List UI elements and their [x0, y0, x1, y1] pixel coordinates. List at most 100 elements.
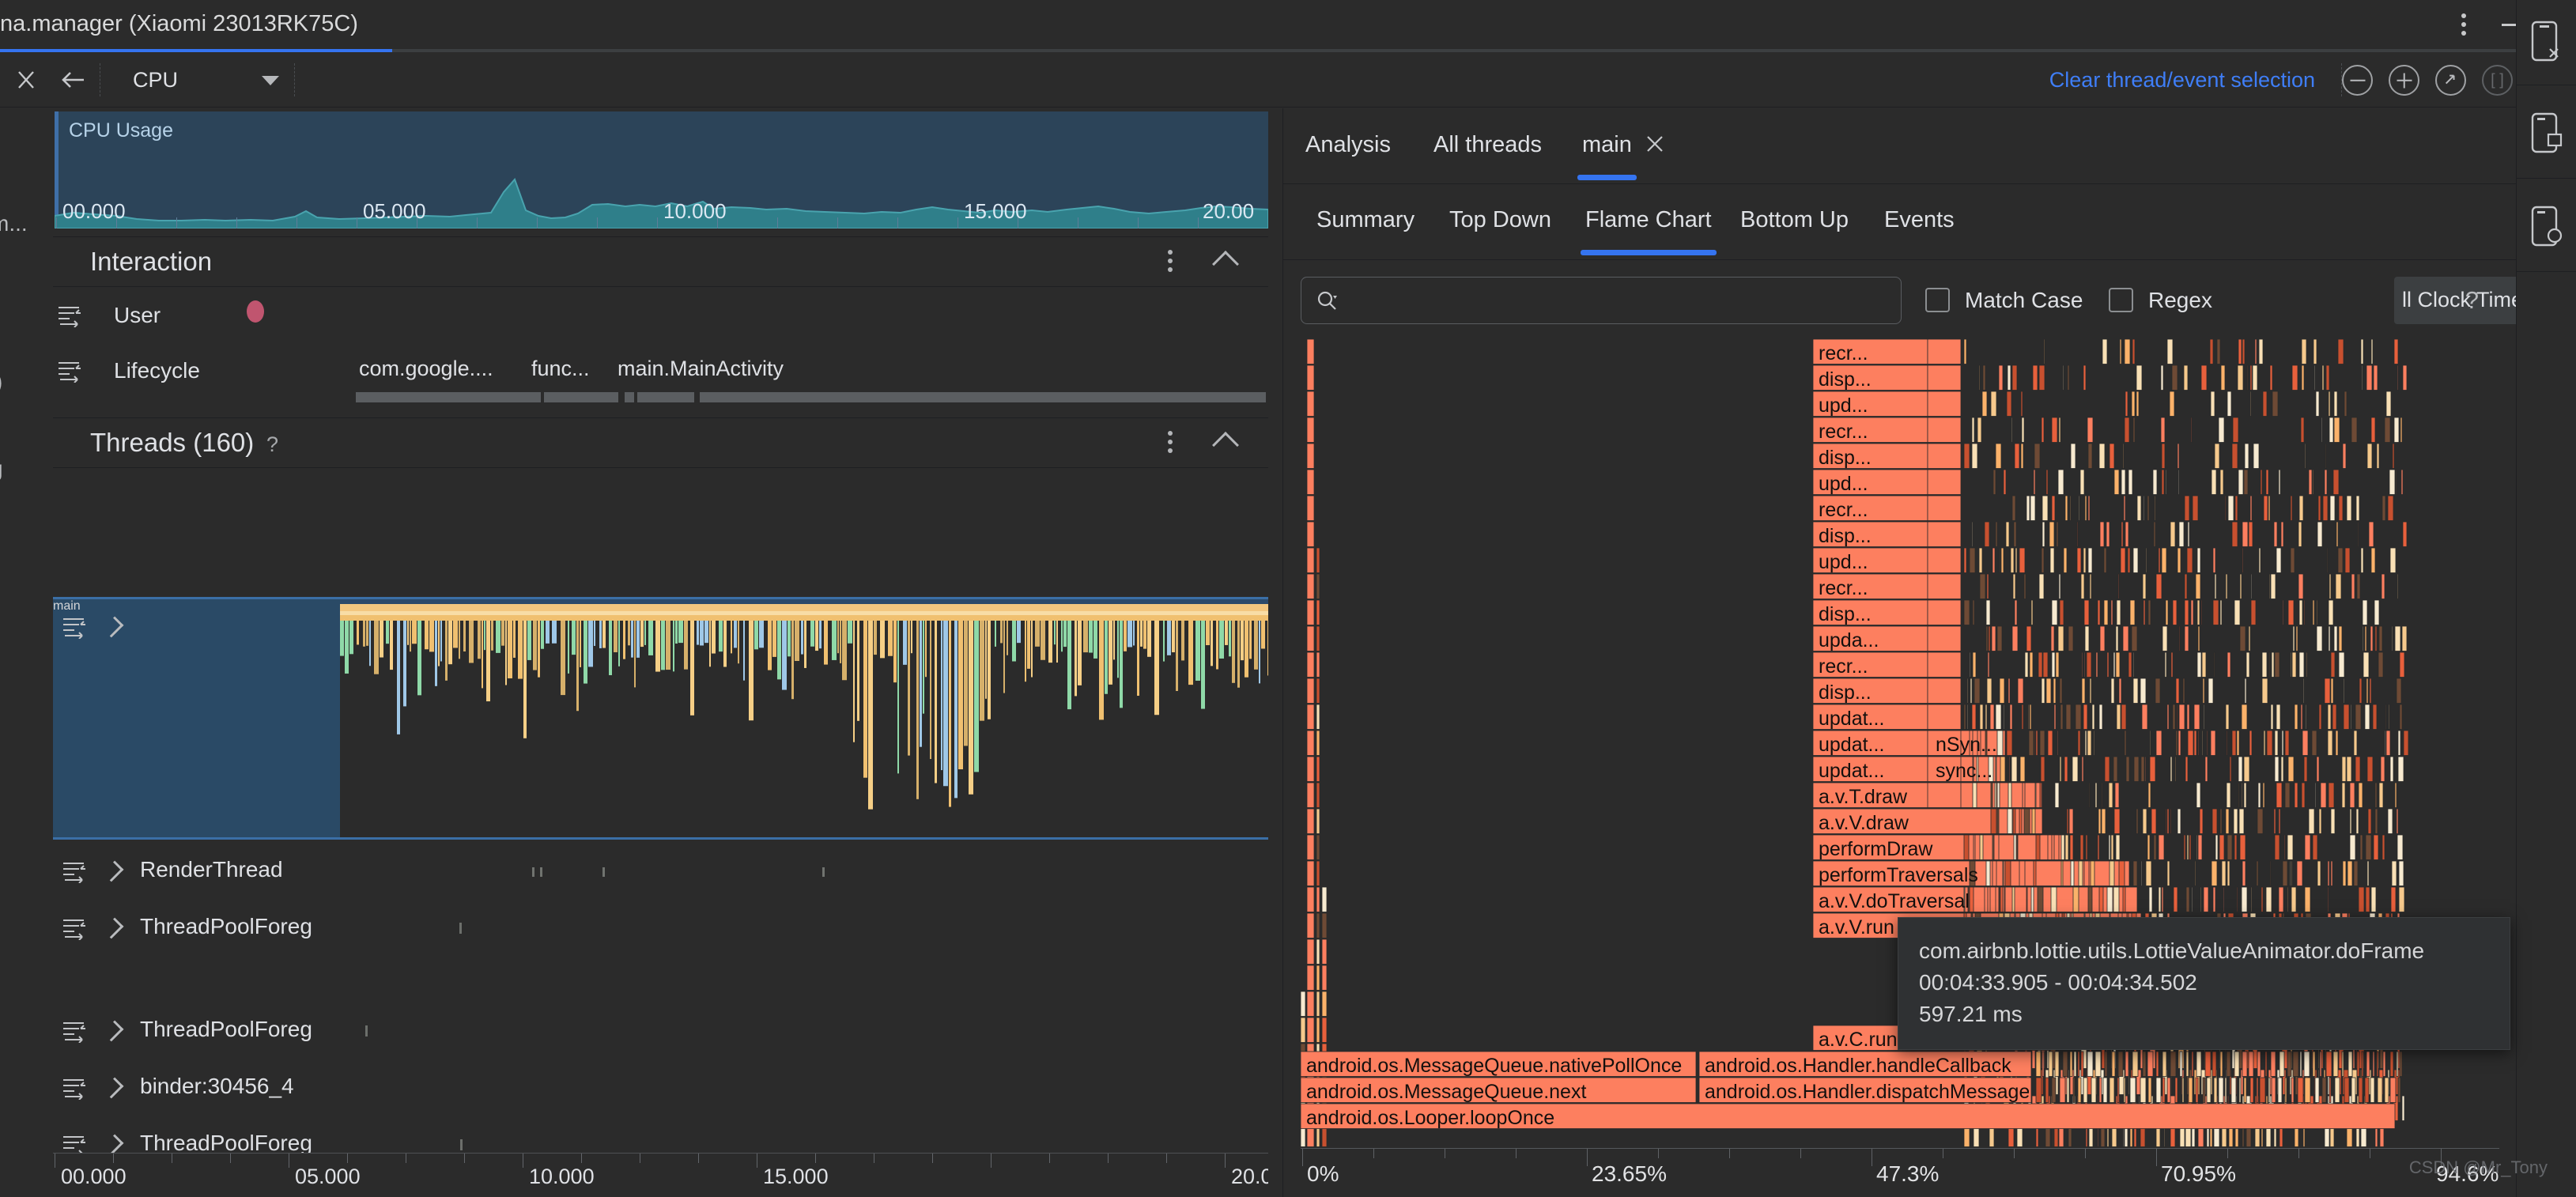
watermark: CSDN @Mr_Tony: [2409, 1157, 2548, 1178]
clear-thread-event-selection-link[interactable]: Clear thread/event selection: [2049, 68, 2315, 93]
lifecycle-bar[interactable]: [700, 392, 1266, 402]
cpu-usage-track[interactable]: CPU Usage 00.000 05.000: [55, 111, 1268, 228]
cpu-tick-label-3: 15.000: [964, 199, 1027, 224]
more-vertical-icon[interactable]: [1168, 431, 1173, 455]
zoom-to-selection-icon[interactable]: [2435, 65, 2466, 96]
lifecycle-bar[interactable]: [625, 392, 634, 402]
thread-activity-icon: [57, 359, 84, 383]
search-box[interactable]: [1301, 277, 1902, 324]
capture-mode-dropdown[interactable]: CPU: [127, 66, 297, 93]
help-question-icon[interactable]: ?: [2465, 286, 2479, 315]
back-arrow-icon[interactable]: [60, 67, 87, 93]
device-layout-inspector-icon[interactable]: [2528, 111, 2564, 158]
ruler-label-0: 00.000: [61, 1165, 127, 1189]
title-bar: na.manager (Xiaomi 23013RK75C): [0, 0, 2576, 49]
lifecycle-bar[interactable]: [356, 392, 541, 402]
chevron-up-icon[interactable]: [1212, 251, 1239, 278]
thread-label: ThreadPoolForeg: [140, 914, 312, 939]
timeline-panel: m... ) g CPU Usage: [0, 108, 1268, 1197]
window-title: na.manager (Xiaomi 23013RK75C): [0, 11, 358, 37]
chevron-right-icon[interactable]: [103, 617, 124, 638]
zoom-out-icon[interactable]: [2342, 65, 2373, 96]
chevron-right-icon[interactable]: [103, 861, 124, 882]
regex-label: Regex: [2148, 288, 2212, 313]
ruler-label-2: 10.000: [529, 1165, 595, 1189]
tab-all-threads[interactable]: All threads: [1433, 132, 1542, 158]
sidebar-item-threadpoolforeg-1[interactable]: ThreadPoolForeg: [53, 907, 1268, 962]
tooltip-duration: 597.21 ms: [1919, 999, 2489, 1030]
device-record-icon[interactable]: [2528, 204, 2564, 251]
regex-checkbox[interactable]: [2109, 288, 2133, 312]
chevron-right-icon[interactable]: [103, 918, 124, 939]
threads-section-header[interactable]: Threads (160) ?: [53, 417, 1268, 468]
flame-chart-axis: 0% 23.65% 47.3% 70.95% 94.6%: [1301, 1148, 2499, 1197]
device-tool-rail: [2516, 0, 2576, 1197]
thread-activity-icon: [62, 859, 89, 883]
renderthread-timeline[interactable]: [340, 861, 1268, 882]
thread-label: ThreadPoolForeg: [140, 1017, 312, 1042]
background-editor-strip: m... ) g: [0, 108, 53, 1197]
sidebar-item-renderthread[interactable]: RenderThread: [53, 850, 1268, 905]
cpu-tick-label-2: 10.000: [663, 199, 727, 224]
thread-timeline[interactable]: [340, 1021, 1268, 1041]
more-vertical-icon[interactable]: [1168, 250, 1173, 274]
lifecycle-bar[interactable]: [637, 392, 694, 402]
user-interaction-marker[interactable]: [247, 300, 264, 323]
help-question-icon[interactable]: ?: [266, 432, 278, 457]
device-screenshot-icon[interactable]: [2528, 19, 2564, 66]
search-icon: [1316, 290, 1338, 312]
main-thread-activity-stripes: [340, 599, 1268, 837]
flame-axis-label-1: 23.65%: [1592, 1161, 1667, 1187]
timeline-ruler[interactable]: 00.000 05.000 10.000 15.000 20.0: [53, 1153, 1268, 1197]
cpu-tick-label-4: 20.00: [1203, 199, 1254, 224]
profiler-window: na.manager (Xiaomi 23013RK75C) CPU Clear…: [0, 0, 2576, 1197]
tab-analysis[interactable]: Analysis: [1305, 132, 1391, 158]
chevron-up-icon[interactable]: [1212, 432, 1239, 459]
thread-label: binder:30456_4: [140, 1074, 294, 1099]
thread-timeline[interactable]: [340, 918, 1268, 938]
thread-label: RenderThread: [140, 857, 283, 882]
reset-range-icon[interactable]: [ ]: [2482, 65, 2513, 96]
lifecycle-event-label-0: com.google....: [359, 357, 493, 381]
ghost-text-1: ): [0, 369, 2, 395]
more-vertical-icon[interactable]: [2461, 12, 2467, 38]
tab-events[interactable]: Events: [1884, 207, 1955, 233]
lifecycle-event-label-2: main.MainActivity: [618, 357, 784, 381]
interaction-section-header[interactable]: Interaction: [53, 236, 1268, 287]
filter-bar: Match Case Regex ll Clock Time ?: [1283, 261, 2517, 337]
close-icon[interactable]: [14, 68, 38, 92]
close-icon[interactable]: [1645, 134, 1665, 154]
tab-summary[interactable]: Summary: [1316, 207, 1415, 233]
main-thread-timeline[interactable]: [340, 597, 1268, 840]
thread-activity-icon: [62, 615, 89, 639]
ghost-text-0: m...: [0, 211, 28, 236]
thread-label-main: main: [53, 599, 81, 613]
sidebar-item-main-thread[interactable]: main: [53, 597, 340, 840]
tab-bottom-up[interactable]: Bottom Up: [1740, 207, 1849, 233]
ruler-label-4: 20.0: [1231, 1165, 1268, 1189]
flame-frame-tooltip: com.airbnb.lottie.utils.LottieValueAnima…: [1898, 917, 2510, 1050]
interaction-row-user[interactable]: User: [53, 288, 1268, 346]
tab-main[interactable]: main: [1582, 132, 1632, 158]
interaction-row-label: User: [114, 303, 161, 328]
match-case-label: Match Case: [1965, 288, 2083, 313]
search-input[interactable]: [1350, 278, 1888, 323]
thread-activity-icon: [62, 1076, 89, 1100]
capture-mode-label: CPU: [133, 68, 178, 93]
zoom-in-icon[interactable]: [2389, 65, 2419, 96]
interaction-row-lifecycle[interactable]: Lifecycle com.google.... func... main.Ma…: [53, 346, 1268, 402]
ruler-label-1: 05.000: [295, 1165, 361, 1189]
sidebar-item-binder-30456-4[interactable]: binder:30456_4: [53, 1067, 1268, 1122]
zoom-controls: [ ]: [2342, 65, 2513, 96]
flame-axis-label-2: 47.3%: [1876, 1161, 1939, 1187]
tab-flame-chart[interactable]: Flame Chart: [1585, 207, 1712, 233]
ruler-label-3: 15.000: [763, 1165, 829, 1189]
chevron-right-icon[interactable]: [103, 1021, 124, 1042]
chevron-right-icon[interactable]: [103, 1078, 124, 1099]
tab-top-down[interactable]: Top Down: [1449, 207, 1551, 233]
lifecycle-bar[interactable]: [544, 392, 618, 402]
match-case-checkbox[interactable]: [1925, 288, 1950, 312]
interaction-row-label: Lifecycle: [114, 358, 200, 383]
tooltip-range: 00:04:33.905 - 00:04:34.502: [1919, 967, 2489, 999]
sidebar-item-threadpoolforeg-2[interactable]: ThreadPoolForeg: [53, 1010, 1268, 1065]
